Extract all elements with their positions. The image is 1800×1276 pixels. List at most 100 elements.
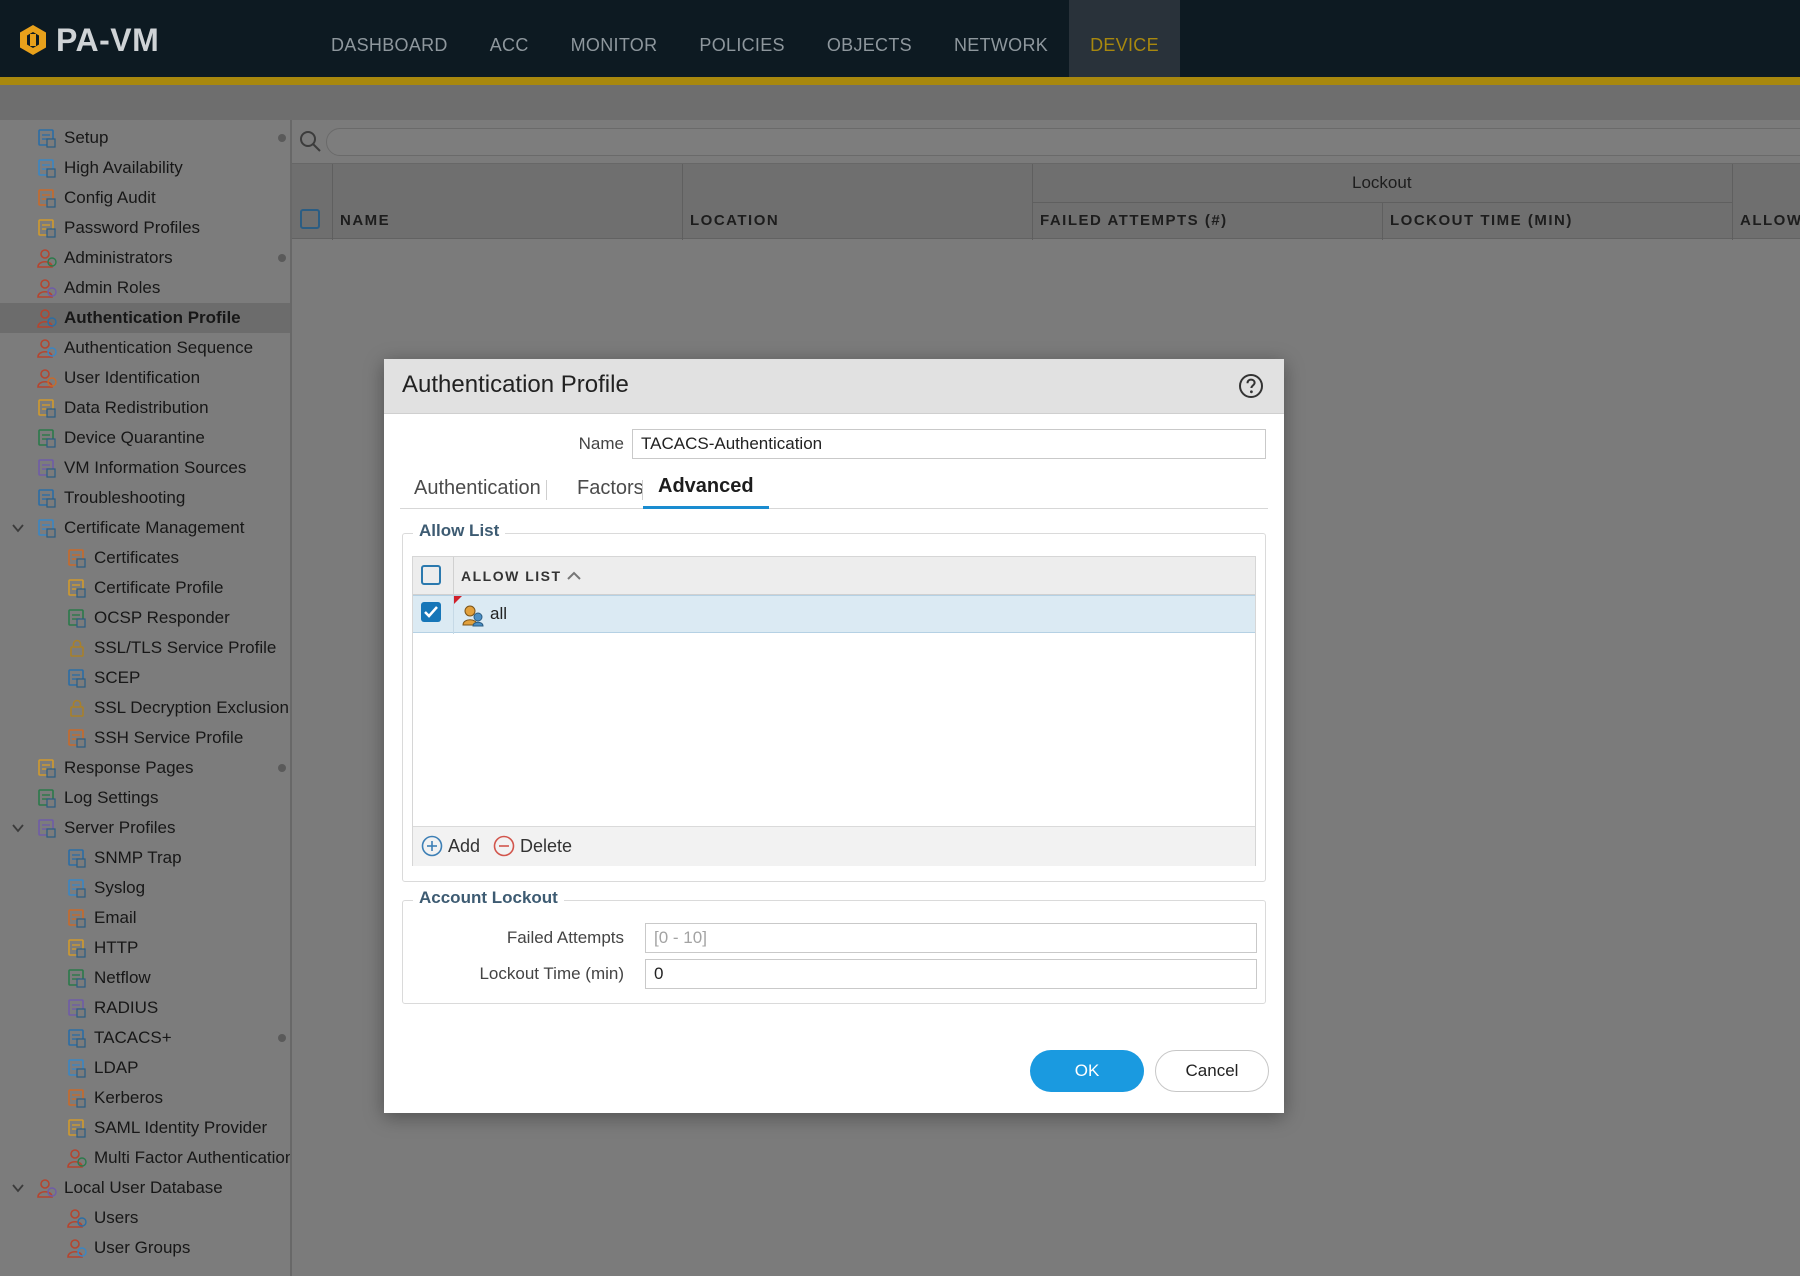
chevron-down-icon[interactable] [11,1181,25,1195]
sidebar-item-tacacs[interactable]: TACACS+ [66,1023,286,1053]
troubleshooting-icon [38,489,56,508]
sidebar-item-authentication-profile[interactable]: Authentication Profile [0,303,290,333]
sidebar-item-ldap[interactable]: LDAP [66,1053,138,1083]
sidebar-item-authentication-sequence[interactable]: Authentication Sequence [36,333,253,363]
account-lockout-legend: Account Lockout [413,888,564,908]
table-header: NAME LOCATION Lockout FAILED ATTEMPTS (#… [292,163,1800,240]
http-icon [68,939,86,958]
ok-button[interactable]: OK [1030,1050,1144,1092]
allow-list-select-all-checkbox[interactable] [421,565,441,585]
local-user-database-icon [37,1179,57,1198]
tab-policies[interactable]: POLICIES [678,0,805,78]
select-all-checkbox[interactable] [300,209,320,229]
chevron-down-icon[interactable] [11,821,25,835]
tab-monitor[interactable]: MONITOR [550,0,679,78]
users-icon [67,1209,87,1228]
sidebar-item-certificate-profile[interactable]: Certificate Profile [66,573,223,603]
sidebar-item-label: SNMP Trap [94,848,182,867]
lockout-time-label: Lockout Time (min) [479,964,624,983]
column-failed-attempts[interactable]: FAILED ATTEMPTS (#) [1040,212,1228,229]
sidebar-item-label: Kerberos [94,1088,163,1107]
sidebar-item-users[interactable]: Users [66,1203,138,1233]
delete-icon [493,835,515,857]
row-checkbox-checked[interactable] [421,602,441,622]
sidebar-item-label: SCEP [94,668,141,687]
search-icon[interactable] [298,129,322,153]
sidebar-item-response-pages[interactable]: Response Pages [36,753,286,783]
allow-list-row[interactable]: all [413,595,1255,634]
sidebar-item-user-groups[interactable]: User Groups [66,1233,190,1263]
tab-authentication[interactable]: Authentication [414,467,541,509]
column-location[interactable]: LOCATION [690,212,779,229]
sort-ascending-icon[interactable] [567,570,581,580]
tab-acc[interactable]: ACC [469,0,550,78]
sidebar-item-ocsp-responder[interactable]: OCSP Responder [66,603,230,633]
sidebar-item-multi-factor-authentication[interactable]: Multi Factor Authentication [66,1143,290,1173]
sidebar-item-administrators[interactable]: Administrators [36,243,286,273]
sidebar-item-high-availability[interactable]: High Availability [36,153,183,183]
tab-advanced[interactable]: Advanced [643,467,769,509]
user-identification-icon [37,369,57,388]
cancel-button[interactable]: Cancel [1155,1050,1269,1092]
sidebar-item-device-quarantine[interactable]: Device Quarantine [36,423,205,453]
column-allow[interactable]: ALLOW [1740,212,1800,229]
sidebar-item-label: Password Profiles [64,218,201,237]
sidebar-item-troubleshooting[interactable]: Troubleshooting [36,483,185,513]
sidebar-item-certificates[interactable]: Certificates [66,543,179,573]
add-button[interactable]: Add [421,835,480,857]
sidebar-item-config-audit[interactable]: Config Audit [36,183,156,213]
name-field[interactable]: TACACS-Authentication [632,429,1266,459]
sidebar-item-server-profiles[interactable]: Server Profiles [36,813,175,843]
sidebar-item-data-redistribution[interactable]: Data Redistribution [36,393,209,423]
certificate-management-icon [38,519,56,538]
sidebar-item-ssl-tls-service-profile[interactable]: SSL/TLS Service Profile [66,633,276,663]
tab-dashboard[interactable]: DASHBOARD [310,0,469,78]
sub-toolbar [0,85,1800,120]
sidebar-item-syslog[interactable]: Syslog [66,873,145,903]
sidebar-item-snmp-trap[interactable]: SNMP Trap [66,843,182,873]
sidebar-item-label: Administrators [64,248,173,267]
email-icon [68,909,86,928]
sidebar-item-admin-roles[interactable]: Admin Roles [36,273,160,303]
sidebar-item-vm-information-sources[interactable]: VM Information Sources [36,453,246,483]
sidebar-item-netflow[interactable]: Netflow [66,963,151,993]
sidebar-item-ssh-service-profile[interactable]: SSH Service Profile [66,723,243,753]
sidebar-item-password-profiles[interactable]: Password Profiles [36,213,200,243]
sidebar-item-setup[interactable]: Setup [36,123,286,153]
tab-device[interactable]: DEVICE [1069,0,1180,78]
column-allow-list[interactable]: ALLOW LIST [461,568,562,584]
tab-objects[interactable]: OBJECTS [806,0,933,78]
tab-factors[interactable]: Factors [577,467,644,509]
sidebar-item-log-settings[interactable]: Log Settings [36,783,159,813]
allow-list-legend: Allow List [413,521,506,541]
multi-factor-authentication-icon [67,1149,87,1168]
sidebar-item-saml-identity-provider[interactable]: SAML Identity Provider [66,1113,267,1143]
sidebar-item-label: Certificates [94,548,180,567]
sidebar-item-label: Netflow [94,968,151,987]
main-nav: DASHBOARD ACC MONITOR POLICIES OBJECTS N… [310,0,1180,78]
column-name[interactable]: NAME [340,212,390,229]
app-name: PA-VM [56,21,160,58]
sidebar-item-user-identification[interactable]: User Identification [36,363,200,393]
admin-roles-icon [37,279,57,298]
sidebar-item-label: VM Information Sources [64,458,247,477]
lockout-time-field[interactable]: 0 [645,959,1257,989]
tab-network[interactable]: NETWORK [933,0,1069,78]
delete-button[interactable]: Delete [493,835,572,857]
sidebar-item-label: LDAP [94,1058,139,1077]
kerberos-icon [68,1089,86,1108]
filter-input[interactable] [326,128,1800,156]
sidebar-item-radius[interactable]: RADIUS [66,993,158,1023]
sidebar-item-ssl-decryption-exclusion[interactable]: SSL Decryption Exclusion [66,693,289,723]
sidebar-item-email[interactable]: Email [66,903,137,933]
failed-attempts-field[interactable]: [0 - 10] [645,923,1257,953]
help-icon[interactable] [1238,373,1264,399]
chevron-down-icon[interactable] [11,521,25,535]
netflow-icon [68,969,86,988]
sidebar-item-kerberos[interactable]: Kerberos [66,1083,163,1113]
sidebar-item-http[interactable]: HTTP [66,933,138,963]
sidebar-item-certificate-management[interactable]: Certificate Management [36,513,244,543]
column-lockout-time[interactable]: LOCKOUT TIME (MIN) [1390,212,1573,229]
sidebar-item-local-user-database[interactable]: Local User Database [36,1173,223,1203]
sidebar-item-scep[interactable]: SCEP [66,663,140,693]
